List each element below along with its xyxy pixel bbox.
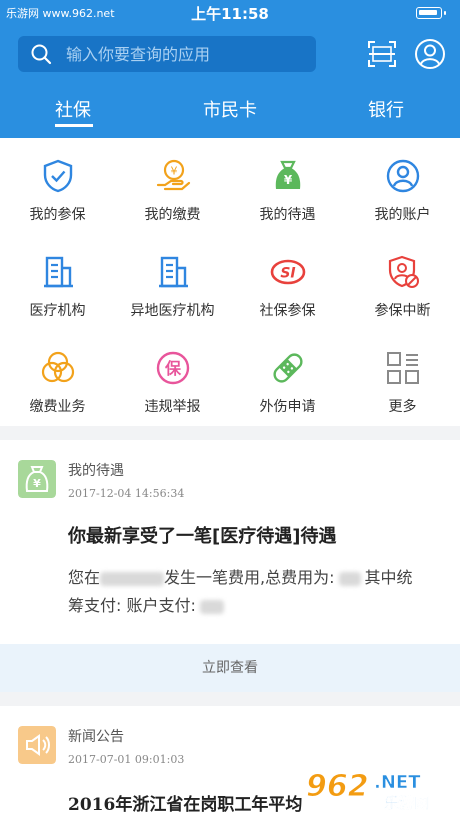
active-tab-indicator <box>55 124 93 127</box>
grid-label: 我的待遇 <box>259 207 316 223</box>
grid-item-insurance-interruption[interactable]: 参保中断 <box>345 234 460 330</box>
grid-item-remote-medical[interactable]: 异地医疗机构 <box>115 234 230 330</box>
svg-text:SI: SI <box>280 266 295 282</box>
tab-bar: 社保 市民卡 银行 <box>0 90 460 138</box>
grid-item-my-insurance[interactable]: 我的参保 <box>0 138 115 234</box>
logo-site-name: 乐游网 <box>384 794 429 812</box>
battery-icon <box>416 7 446 19</box>
svg-text:保: 保 <box>164 359 182 378</box>
svg-text:¥: ¥ <box>33 477 41 490</box>
grid-item-si-enrollment[interactable]: SI 社保参保 <box>230 234 345 330</box>
svg-text:¥: ¥ <box>171 165 178 178</box>
card-body-middle: 发生一笔费用,总费用为: <box>164 568 335 587</box>
grid-label: 医疗机构 <box>29 303 86 319</box>
grid-label: 我的参保 <box>29 207 86 223</box>
venn-circles-icon <box>41 351 75 383</box>
card-body-suffix: 其中统 <box>364 568 413 587</box>
header: 社保 市民卡 银行 <box>0 26 460 138</box>
card-body-line: 您在 发生一笔费用,总费用为: 其中统 <box>68 564 413 588</box>
card-body-prefix: 您在 <box>68 568 101 587</box>
bandage-icon <box>273 353 303 383</box>
hand-coin-icon: ¥ <box>156 159 191 191</box>
svg-text:¥: ¥ <box>284 173 293 187</box>
si-logo-icon: SI <box>270 259 306 285</box>
speaker-icon <box>18 726 56 764</box>
grid-label: 更多 <box>388 399 417 415</box>
money-bag-icon: ¥ <box>18 460 56 498</box>
grid-label: 参保中断 <box>374 303 431 319</box>
card-title: 你最新享受了一笔[医疗待遇]待遇 <box>68 526 337 547</box>
shield-check-icon <box>43 159 73 193</box>
view-now-button[interactable]: 立即查看 <box>0 644 460 692</box>
report-seal-icon: 保 <box>156 351 190 385</box>
grid-item-more[interactable]: 更多 <box>345 330 460 426</box>
tab-bank[interactable]: 银行 <box>336 96 436 122</box>
benefit-notification-card: ¥ 我的待遇 2017-12-04 14:56:34 你最新享受了一笔[医疗待遇… <box>0 440 460 692</box>
clock: 上午11:58 <box>191 5 269 23</box>
grid-label: 违规举报 <box>144 399 201 415</box>
card-date: 2017-07-01 09:01:03 <box>68 753 185 766</box>
grid-item-my-benefits[interactable]: ¥ 我的待遇 <box>230 138 345 234</box>
search-input[interactable] <box>66 36 306 72</box>
grid-more-icon <box>387 352 419 384</box>
redacted-amount <box>338 571 361 586</box>
tab-social-insurance[interactable]: 社保 <box>23 96 123 122</box>
function-grid: 我的参保 ¥ 我的缴费 ¥ 我的待遇 我的账户 医疗机构 异地医疗机构 SI 社… <box>0 138 460 426</box>
grid-item-my-payment[interactable]: ¥ 我的缴费 <box>115 138 230 234</box>
card-category: 我的待遇 <box>68 463 124 479</box>
building-icon <box>44 256 73 288</box>
shield-user-block-icon <box>388 255 419 288</box>
search-box[interactable] <box>18 36 316 72</box>
grid-item-injury-application[interactable]: 外伤申请 <box>230 330 345 426</box>
scan-icon[interactable] <box>366 38 398 70</box>
grid-item-violation-report[interactable]: 保 违规举报 <box>115 330 230 426</box>
money-bag-icon: ¥ <box>275 160 301 189</box>
card-body-line: 筹支付: 账户支付: <box>68 592 224 616</box>
grid-label: 我的缴费 <box>144 207 201 223</box>
search-icon <box>31 44 52 65</box>
card-category: 新闻公告 <box>68 729 124 745</box>
grid-item-payment-services[interactable]: 缴费业务 <box>0 330 115 426</box>
logo-number: 962 <box>306 769 369 804</box>
card-body-payments: 筹支付: 账户支付: <box>68 596 196 615</box>
grid-label: 我的账户 <box>374 207 431 223</box>
grid-item-medical-institutions[interactable]: 医疗机构 <box>0 234 115 330</box>
profile-icon[interactable] <box>414 38 446 70</box>
status-bar: 乐游网 www.962.net 上午11:58 <box>0 0 460 26</box>
site-logo: 962 .NET 乐游网 <box>306 769 430 813</box>
user-circle-icon <box>386 159 420 193</box>
redacted-hospital <box>100 571 165 586</box>
grid-label: 缴费业务 <box>29 399 86 415</box>
card-title: 2016年浙江省在岗职工年平均 <box>68 795 303 815</box>
grid-item-my-account[interactable]: 我的账户 <box>345 138 460 234</box>
building-icon <box>159 256 188 288</box>
tab-citizen-card[interactable]: 市民卡 <box>180 96 280 122</box>
grid-label: 社保参保 <box>259 303 316 319</box>
logo-net: .NET <box>374 772 421 793</box>
grid-label: 外伤申请 <box>259 399 316 415</box>
card-date: 2017-12-04 14:56:34 <box>68 487 185 500</box>
redacted-amount <box>199 599 224 614</box>
grid-label: 异地医疗机构 <box>130 303 215 319</box>
